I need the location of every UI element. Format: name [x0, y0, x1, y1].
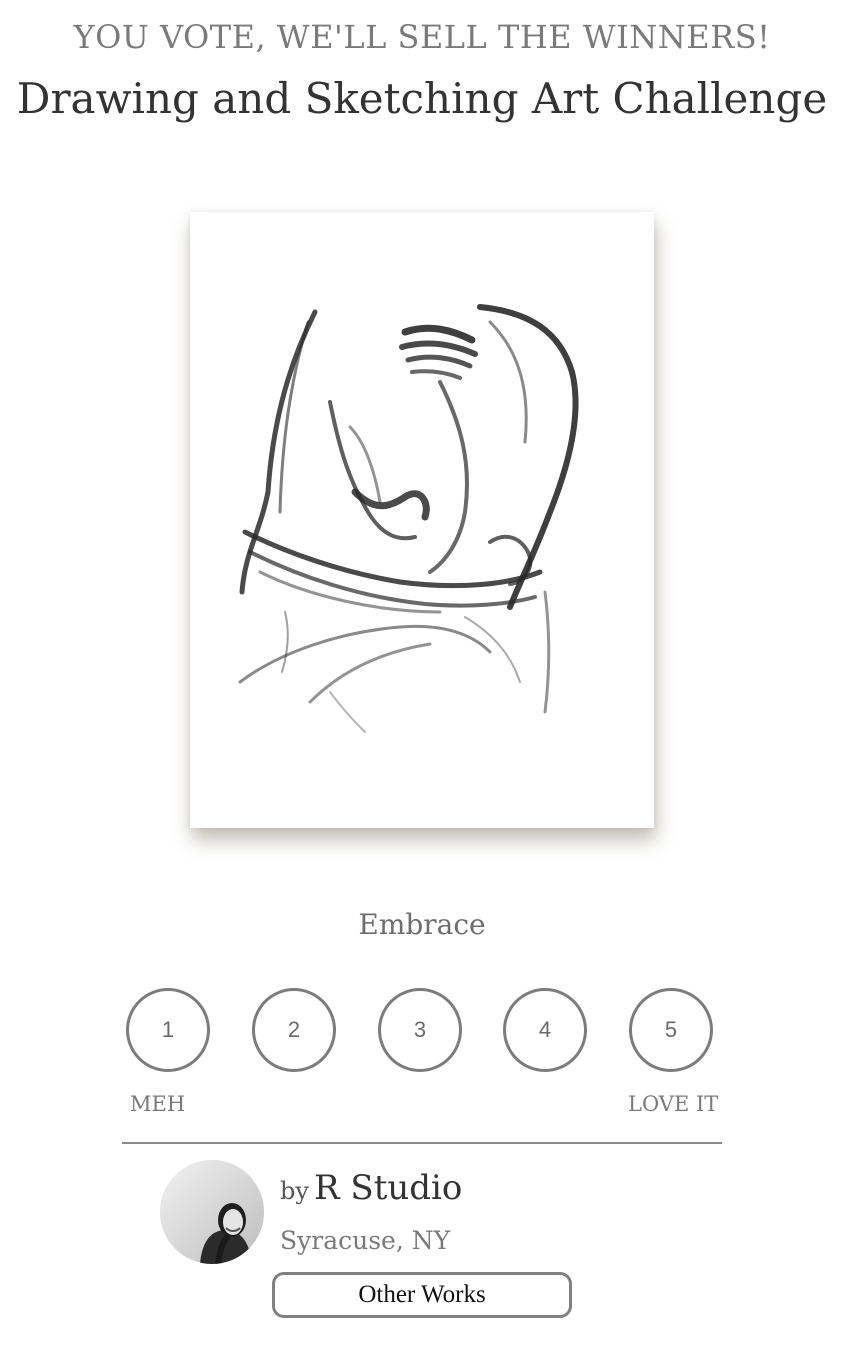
rating-low-label: MEH	[130, 1092, 186, 1116]
challenge-title: Drawing and Sketching Art Challenge	[16, 74, 828, 123]
charcoal-sketch-illustration	[238, 304, 579, 733]
artwork-image[interactable]	[190, 212, 654, 828]
contest-tagline: YOU VOTE, WE'LL SELL THE WINNERS!	[73, 18, 771, 56]
rating-3-button[interactable]: 3	[378, 988, 462, 1072]
artist-avatar[interactable]	[160, 1160, 264, 1264]
other-works-button[interactable]: Other Works	[272, 1272, 572, 1318]
artwork-title: Embrace	[358, 908, 486, 941]
rating-high-label: LOVE IT	[628, 1092, 719, 1116]
rating-5-button[interactable]: 5	[629, 988, 713, 1072]
artist-portrait-icon	[160, 1160, 264, 1264]
artist-location: Syracuse, NY	[280, 1226, 451, 1255]
by-prefix: by	[280, 1177, 309, 1205]
section-divider	[122, 1142, 722, 1144]
rating-1-button[interactable]: 1	[126, 988, 210, 1072]
artist-name[interactable]: R Studio	[314, 1168, 462, 1208]
artist-byline: by R Studio	[280, 1168, 462, 1208]
rating-2-button[interactable]: 2	[252, 988, 336, 1072]
rating-4-button[interactable]: 4	[503, 988, 587, 1072]
